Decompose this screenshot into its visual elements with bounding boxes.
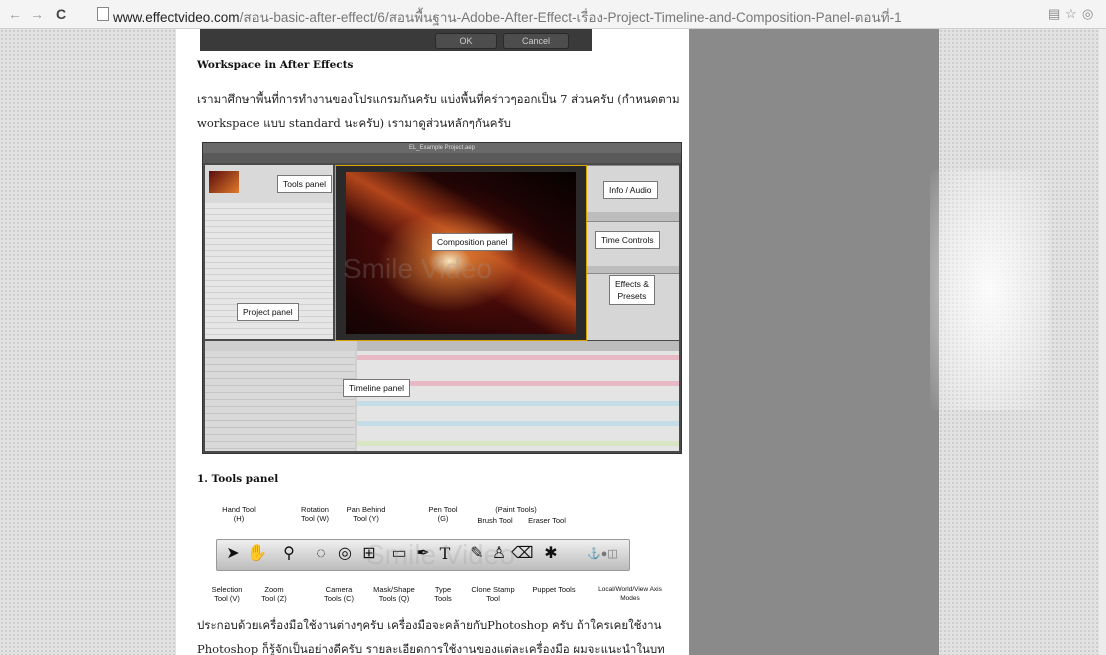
label-eraser-tool: Eraser Tool (528, 516, 566, 525)
label-camera-tools: Camera Tools (C) (323, 585, 354, 603)
label-rotation-tool: Rotation Tool (W) (301, 505, 329, 523)
callout-time-controls: Time Controls (595, 231, 660, 249)
heading-workspace: Workspace in After Effects (197, 59, 354, 71)
label-type-tools: Type Tools (434, 585, 452, 603)
callout-project-panel: Project panel (237, 303, 299, 321)
label-axis-modes: Local/World/View Axis Modes (598, 586, 662, 602)
url-domain: www.effectvideo.com (113, 10, 240, 25)
layer-bar (357, 441, 679, 446)
after-effects-workspace-image: EL_Example Project.aep Smile Video Tools… (202, 142, 682, 454)
tools-panel-image: Hand Tool (H) Rotation Tool (W) Pan Behi… (206, 499, 676, 619)
label-brush-tool: Brush Tool (477, 516, 513, 525)
label-mask-shape-tools: Mask/Shape Tools (Q) (373, 585, 415, 603)
label-selection-tool: Selection Tool (V) (211, 585, 243, 603)
camera-tool-icon: ◎ (338, 545, 352, 562)
heading-tools-panel: 1. Tools panel (197, 473, 279, 485)
paragraph-tools: ประกอบด้วยเครื่องมือใช้งานต่างๆครับ เครื… (197, 618, 665, 655)
address-bar[interactable]: www.effectvideo.com/สอน-basic-after-effe… (113, 6, 902, 28)
bookmark-star-icon[interactable]: ☆ (1065, 6, 1077, 22)
watermark: Smile Video (343, 253, 492, 284)
label-paint-tools: (Paint Tools) (495, 505, 537, 514)
callout-tools-panel: Tools panel (277, 175, 333, 193)
url-path: /สอน-basic-after-effect/6/สอนพื้นฐาน-Ado… (239, 10, 902, 25)
callout-composition-panel: Composition panel (431, 233, 514, 251)
dialog-screenshot-strip: OK Cancel (200, 29, 592, 51)
background-left (0, 29, 176, 655)
layer-bar (357, 355, 679, 360)
layer-bar (357, 401, 679, 406)
page-icon (97, 7, 109, 21)
forward-icon[interactable]: → (30, 6, 44, 22)
ae-layer-list (205, 351, 355, 451)
ae-toolbar (203, 153, 681, 163)
puppet-tool-icon: ✱ (544, 545, 558, 562)
selection-tool-icon: ➤ (226, 545, 240, 562)
translate-icon[interactable]: ▤ (1048, 6, 1060, 22)
paragraph-workspace: เรามาศึกษาพื้นที่การทำงานของโปรแกรมกันคร… (197, 92, 680, 130)
cancel-button-image: Cancel (503, 33, 569, 49)
ok-button-image: OK (435, 33, 497, 49)
layer-bar (357, 421, 679, 426)
watermark: Smile Video (366, 539, 515, 570)
reload-icon[interactable]: C (56, 6, 66, 22)
zoom-tool-icon: ⚲ (283, 545, 295, 562)
axis-mode-icons: ⚓●◫ (587, 548, 618, 560)
callout-timeline-panel: Timeline panel (343, 379, 410, 397)
extension-icon[interactable]: ◎ (1082, 6, 1093, 22)
label-pen-tool: Pen Tool (G) (428, 505, 458, 523)
callout-effects-presets: Effects & Presets (609, 275, 655, 305)
label-puppet-tools: Puppet Tools (532, 585, 576, 594)
article-content: OK Cancel Workspace in After Effects เรา… (176, 29, 689, 655)
label-hand-tool: Hand Tool (H) (222, 505, 256, 523)
ae-window-title: EL_Example Project.aep (203, 143, 681, 153)
ae-timeline-bars (357, 351, 679, 451)
label-pan-behind-tool: Pan Behind Tool (Y) (346, 505, 386, 523)
hand-tool-icon: ✋ (247, 545, 267, 562)
background-right-dark (689, 29, 939, 655)
browser-toolbar: ← → C www.effectvideo.com/สอน-basic-afte… (0, 0, 1106, 29)
back-icon[interactable]: ← (8, 6, 22, 22)
rotation-tool-icon: ◌ (316, 545, 326, 562)
ae-timeline-ruler (357, 341, 679, 351)
background-glow (930, 170, 1050, 410)
scrollbar[interactable] (1099, 29, 1106, 655)
label-clone-stamp-tool: Clone Stamp Tool (471, 585, 515, 603)
label-zoom-tool: Zoom Tool (Z) (261, 585, 287, 603)
callout-info-audio: Info / Audio (603, 181, 658, 199)
ae-timeline (205, 341, 679, 451)
ae-thumbnail (209, 171, 239, 193)
